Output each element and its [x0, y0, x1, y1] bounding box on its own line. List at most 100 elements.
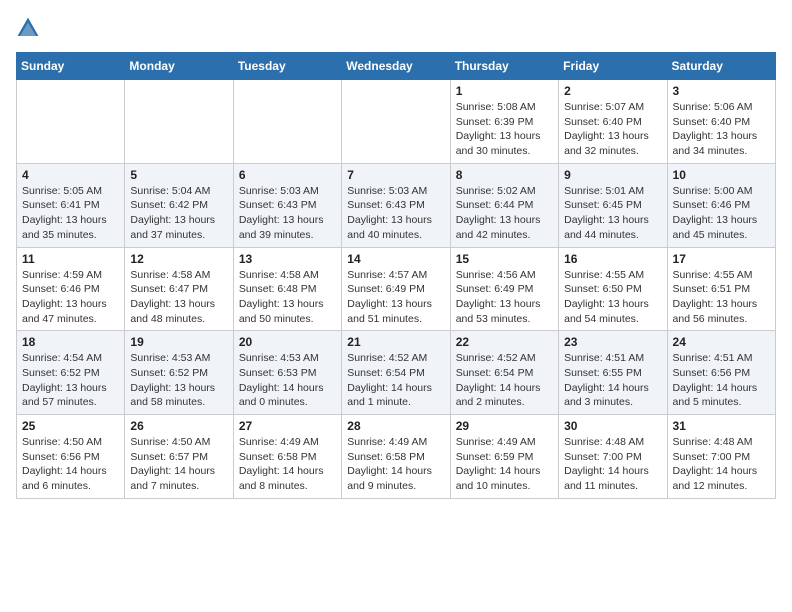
week-row-4: 18 Sunrise: 4:54 AM Sunset: 6:52 PM Dayli… [17, 331, 776, 415]
day-info: Sunrise: 4:53 AM Sunset: 6:53 PM Dayligh… [239, 351, 336, 410]
day-info: Sunrise: 4:57 AM Sunset: 6:49 PM Dayligh… [347, 268, 444, 327]
calendar-cell: 8Sunrise: 5:02 AM Sunset: 6:44 PM Daylig… [450, 163, 558, 247]
calendar-cell: 6Sunrise: 5:03 AM Sunset: 6:43 PM Daylig… [233, 163, 341, 247]
day-info: Sunrise: 4:49 AM Sunset: 6:58 PM Dayligh… [239, 435, 336, 494]
day-number: 14 [347, 252, 444, 266]
calendar-cell: 18 Sunrise: 4:54 AM Sunset: 6:52 PM Dayli… [17, 331, 125, 415]
week-row-5: 25 Sunrise: 4:50 AM Sunset: 6:56 PM Dayli… [17, 415, 776, 499]
day-info: Sunrise: 4:49 AM Sunset: 6:58 PM Dayligh… [347, 435, 444, 494]
day-number: 27 [239, 419, 336, 433]
day-info: Sunrise: 5:08 AM Sunset: 6:39 PM Dayligh… [456, 100, 553, 159]
calendar-cell: 1 Sunrise: 5:08 AM Sunset: 6:39 PM Daylig… [450, 80, 558, 164]
day-header-saturday: Saturday [667, 53, 775, 80]
week-row-1: 1 Sunrise: 5:08 AM Sunset: 6:39 PM Daylig… [17, 80, 776, 164]
day-info: Sunrise: 4:59 AM Sunset: 6:46 PM Dayligh… [22, 268, 119, 327]
day-number: 2 [564, 84, 661, 98]
week-row-3: 11 Sunrise: 4:59 AM Sunset: 6:46 PM Dayli… [17, 247, 776, 331]
calendar-cell: 5 Sunrise: 5:04 AM Sunset: 6:42 PM Daylig… [125, 163, 233, 247]
day-number: 19 [130, 335, 227, 349]
day-number: 7 [347, 168, 444, 182]
day-header-wednesday: Wednesday [342, 53, 450, 80]
calendar-cell: 29 Sunrise: 4:49 AM Sunset: 6:59 PM Dayli… [450, 415, 558, 499]
day-number: 25 [22, 419, 119, 433]
calendar-cell: 3 Sunrise: 5:06 AM Sunset: 6:40 PM Daylig… [667, 80, 775, 164]
day-info: Sunrise: 4:51 AM Sunset: 6:55 PM Dayligh… [564, 351, 661, 410]
day-number: 12 [130, 252, 227, 266]
day-info: Sunrise: 4:50 AM Sunset: 6:56 PM Dayligh… [22, 435, 119, 494]
day-number: 4 [22, 168, 119, 182]
day-info: Sunrise: 5:04 AM Sunset: 6:42 PM Dayligh… [130, 184, 227, 243]
calendar-cell: 25 Sunrise: 4:50 AM Sunset: 6:56 PM Dayli… [17, 415, 125, 499]
day-number: 18 [22, 335, 119, 349]
day-number: 15 [456, 252, 553, 266]
day-header-monday: Monday [125, 53, 233, 80]
calendar-cell [342, 80, 450, 164]
day-number: 29 [456, 419, 553, 433]
day-info: Sunrise: 4:48 AM Sunset: 7:00 PM Dayligh… [673, 435, 770, 494]
day-info: Sunrise: 5:07 AM Sunset: 6:40 PM Dayligh… [564, 100, 661, 159]
calendar-cell: 28 Sunrise: 4:49 AM Sunset: 6:58 PM Dayli… [342, 415, 450, 499]
calendar-cell: 21Sunrise: 4:52 AM Sunset: 6:54 PM Dayli… [342, 331, 450, 415]
day-number: 26 [130, 419, 227, 433]
day-number: 24 [673, 335, 770, 349]
calendar-cell: 17 Sunrise: 4:55 AM Sunset: 6:51 PM Dayli… [667, 247, 775, 331]
day-number: 28 [347, 419, 444, 433]
day-info: Sunrise: 4:49 AM Sunset: 6:59 PM Dayligh… [456, 435, 553, 494]
day-number: 22 [456, 335, 553, 349]
calendar-cell: 13 Sunrise: 4:58 AM Sunset: 6:48 PM Dayli… [233, 247, 341, 331]
day-number: 11 [22, 252, 119, 266]
calendar-cell: 31 Sunrise: 4:48 AM Sunset: 7:00 PM Dayli… [667, 415, 775, 499]
calendar-cell: 2 Sunrise: 5:07 AM Sunset: 6:40 PM Daylig… [559, 80, 667, 164]
day-info: Sunrise: 4:50 AM Sunset: 6:57 PM Dayligh… [130, 435, 227, 494]
day-info: Sunrise: 4:54 AM Sunset: 6:52 PM Dayligh… [22, 351, 119, 410]
day-header-sunday: Sunday [17, 53, 125, 80]
calendar-cell: 10 Sunrise: 5:00 AM Sunset: 6:46 PM Dayli… [667, 163, 775, 247]
day-info: Sunrise: 5:05 AM Sunset: 6:41 PM Dayligh… [22, 184, 119, 243]
calendar-cell [17, 80, 125, 164]
day-info: Sunrise: 5:01 AM Sunset: 6:45 PM Dayligh… [564, 184, 661, 243]
day-header-thursday: Thursday [450, 53, 558, 80]
day-info: Sunrise: 5:03 AM Sunset: 6:43 PM Dayligh… [347, 184, 444, 243]
week-row-2: 4 Sunrise: 5:05 AM Sunset: 6:41 PM Daylig… [17, 163, 776, 247]
calendar-cell: 26 Sunrise: 4:50 AM Sunset: 6:57 PM Dayli… [125, 415, 233, 499]
day-info: Sunrise: 5:00 AM Sunset: 6:46 PM Dayligh… [673, 184, 770, 243]
day-info: Sunrise: 4:51 AM Sunset: 6:56 PM Dayligh… [673, 351, 770, 410]
day-number: 30 [564, 419, 661, 433]
calendar-cell: 7 Sunrise: 5:03 AM Sunset: 6:43 PM Daylig… [342, 163, 450, 247]
day-number: 10 [673, 168, 770, 182]
calendar-cell: 9Sunrise: 5:01 AM Sunset: 6:45 PM Daylig… [559, 163, 667, 247]
day-number: 17 [673, 252, 770, 266]
day-info: Sunrise: 5:06 AM Sunset: 6:40 PM Dayligh… [673, 100, 770, 159]
day-info: Sunrise: 4:58 AM Sunset: 6:48 PM Dayligh… [239, 268, 336, 327]
calendar-cell: 15 Sunrise: 4:56 AM Sunset: 6:49 PM Dayli… [450, 247, 558, 331]
day-number: 20 [239, 335, 336, 349]
logo-icon [16, 16, 40, 40]
day-header-friday: Friday [559, 53, 667, 80]
day-number: 5 [130, 168, 227, 182]
calendar-cell: 22Sunrise: 4:52 AM Sunset: 6:54 PM Dayli… [450, 331, 558, 415]
logo [16, 16, 44, 40]
page-header [16, 16, 776, 40]
calendar-cell: 4 Sunrise: 5:05 AM Sunset: 6:41 PM Daylig… [17, 163, 125, 247]
day-info: Sunrise: 4:48 AM Sunset: 7:00 PM Dayligh… [564, 435, 661, 494]
calendar-cell: 27 Sunrise: 4:49 AM Sunset: 6:58 PM Dayli… [233, 415, 341, 499]
calendar-cell: 20 Sunrise: 4:53 AM Sunset: 6:53 PM Dayli… [233, 331, 341, 415]
day-info: Sunrise: 4:53 AM Sunset: 6:52 PM Dayligh… [130, 351, 227, 410]
day-info: Sunrise: 4:55 AM Sunset: 6:50 PM Dayligh… [564, 268, 661, 327]
calendar-cell: 30 Sunrise: 4:48 AM Sunset: 7:00 PM Dayli… [559, 415, 667, 499]
calendar-cell: 24 Sunrise: 4:51 AM Sunset: 6:56 PM Dayli… [667, 331, 775, 415]
day-info: Sunrise: 4:55 AM Sunset: 6:51 PM Dayligh… [673, 268, 770, 327]
day-info: Sunrise: 4:58 AM Sunset: 6:47 PM Dayligh… [130, 268, 227, 327]
day-number: 23 [564, 335, 661, 349]
calendar-cell: 16 Sunrise: 4:55 AM Sunset: 6:50 PM Dayli… [559, 247, 667, 331]
day-number: 3 [673, 84, 770, 98]
day-header-tuesday: Tuesday [233, 53, 341, 80]
day-number: 13 [239, 252, 336, 266]
day-number: 31 [673, 419, 770, 433]
day-number: 16 [564, 252, 661, 266]
day-info: Sunrise: 4:56 AM Sunset: 6:49 PM Dayligh… [456, 268, 553, 327]
calendar-table: SundayMondayTuesdayWednesdayThursdayFrid… [16, 52, 776, 499]
day-number: 1 [456, 84, 553, 98]
day-number: 6 [239, 168, 336, 182]
calendar-cell [233, 80, 341, 164]
